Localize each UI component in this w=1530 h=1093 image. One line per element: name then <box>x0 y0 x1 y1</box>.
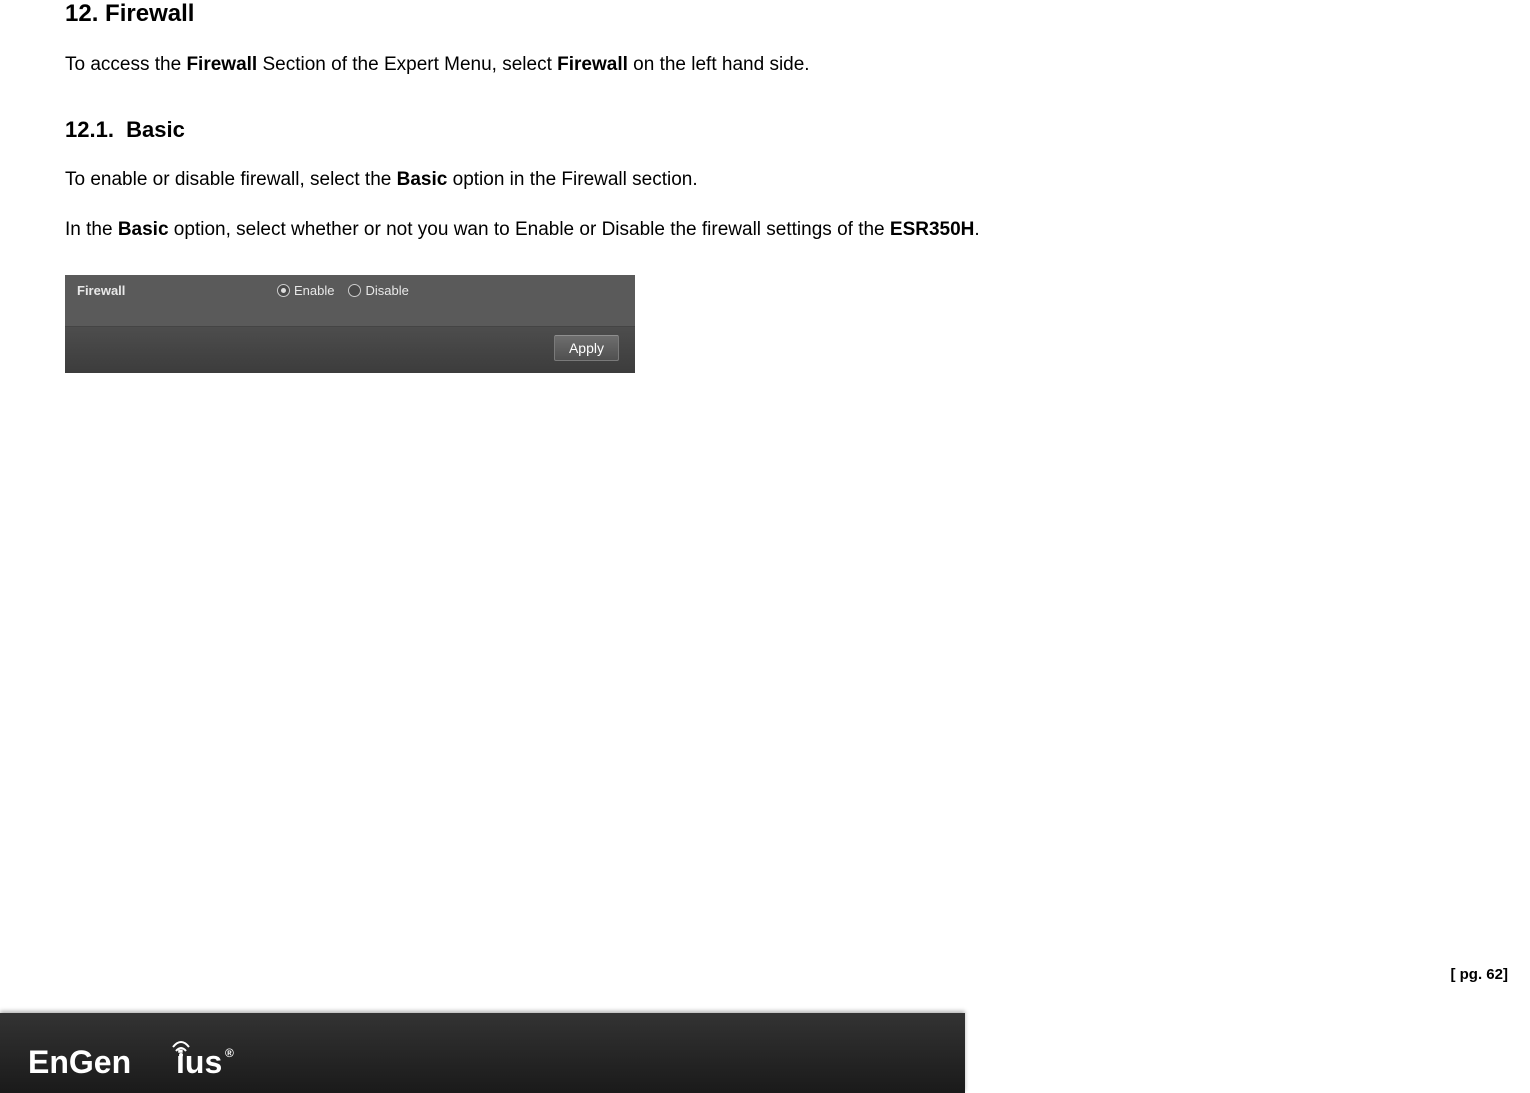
engenius-logo-svg: EnGen ius ® <box>28 1033 248 1083</box>
section-heading: 12. Firewall <box>65 0 1465 29</box>
apply-button[interactable]: Apply <box>554 335 619 361</box>
text-bold: Basic <box>118 219 169 240</box>
text-run: option in the Firewall section. <box>447 169 697 190</box>
page-number: [ pg. 62] <box>1450 966 1508 983</box>
firewall-panel-top: Firewall Enable Disable <box>65 275 635 326</box>
enable-option[interactable]: Enable <box>277 283 334 298</box>
registered-icon: ® <box>225 1046 234 1060</box>
text-run: To access the <box>65 54 186 75</box>
text-bold: Firewall <box>186 54 257 75</box>
text-run: Section of the Expert Menu, select <box>257 54 557 75</box>
paragraph-2: To enable or disable firewall, select th… <box>65 166 1465 195</box>
radio-disable-icon[interactable] <box>348 284 361 297</box>
subsection-title: Basic <box>126 117 185 142</box>
intro-paragraph: To access the Firewall Section of the Ex… <box>65 51 1465 80</box>
radio-disable-label: Disable <box>365 283 408 298</box>
paragraph-3: In the Basic option, select whether or n… <box>65 216 1465 245</box>
subsection-number: 12.1. <box>65 117 114 142</box>
radio-enable-label: Enable <box>294 283 334 298</box>
page-content: 12. Firewall To access the Firewall Sect… <box>0 0 1530 373</box>
engenius-logo: EnGen ius ® <box>28 1033 248 1083</box>
subsection-heading: 12.1. Basic <box>65 117 1465 143</box>
firewall-label: Firewall <box>65 281 277 298</box>
text-run: option, select whether or not you wan to… <box>169 219 890 240</box>
footer-bar: EnGen ius ® <box>0 1013 965 1093</box>
text-run: To enable or disable firewall, select th… <box>65 169 397 190</box>
logo-text-2: ius <box>176 1044 222 1080</box>
firewall-panel-bottom: Apply <box>65 326 635 373</box>
text-bold: ESR350H <box>890 219 975 240</box>
text-run: In the <box>65 219 118 240</box>
text-bold: Firewall <box>557 54 628 75</box>
text-run: . <box>974 219 979 240</box>
logo-text: EnGen <box>28 1044 131 1080</box>
firewall-radio-group: Enable Disable <box>277 281 409 298</box>
disable-option[interactable]: Disable <box>348 283 408 298</box>
radio-enable-icon[interactable] <box>277 284 290 297</box>
text-bold: Basic <box>397 169 448 190</box>
firewall-panel: Firewall Enable Disable Apply <box>65 275 635 373</box>
section-number: 12. <box>65 0 98 27</box>
section-title: Firewall <box>105 0 194 27</box>
text-run: on the left hand side. <box>628 54 810 75</box>
